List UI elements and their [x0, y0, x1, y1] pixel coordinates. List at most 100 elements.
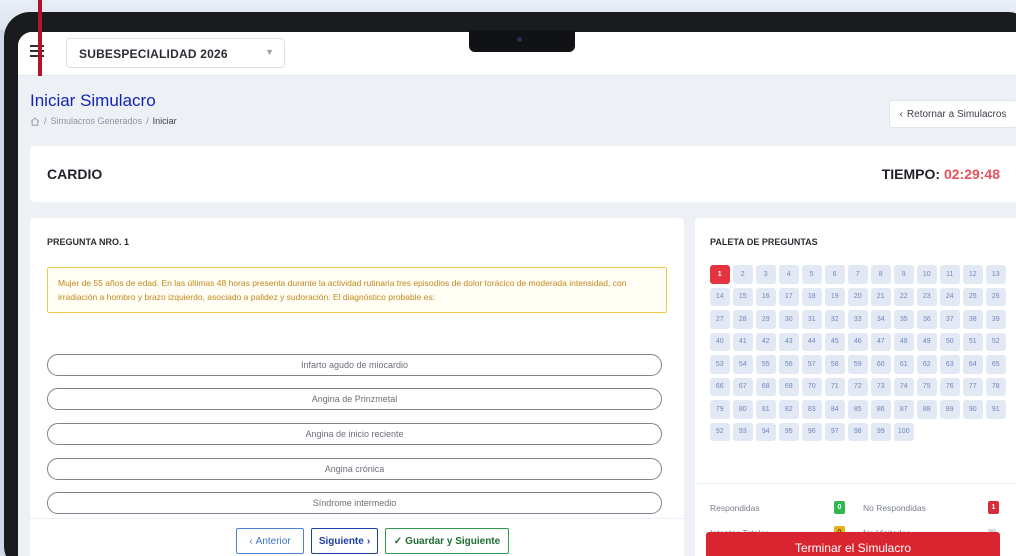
palette-cell[interactable]: 30	[779, 310, 799, 329]
palette-cell[interactable]: 63	[940, 355, 960, 374]
palette-cell[interactable]: 36	[917, 310, 937, 329]
palette-cell[interactable]: 26	[986, 287, 1006, 306]
palette-cell[interactable]: 69	[779, 377, 799, 396]
palette-cell[interactable]: 97	[825, 422, 845, 441]
palette-cell[interactable]: 78	[986, 377, 1006, 396]
palette-cell[interactable]: 37	[940, 310, 960, 329]
palette-cell[interactable]: 72	[848, 377, 868, 396]
palette-cell[interactable]: 61	[894, 355, 914, 374]
answer-option[interactable]: Angina crónica	[47, 458, 662, 480]
palette-cell[interactable]: 29	[756, 310, 776, 329]
palette-cell[interactable]: 57	[802, 355, 822, 374]
palette-cell[interactable]: 8	[871, 265, 891, 284]
palette-cell[interactable]: 28	[733, 310, 753, 329]
palette-cell[interactable]: 66	[710, 377, 730, 396]
palette-cell[interactable]: 43	[779, 332, 799, 351]
palette-cell[interactable]: 71	[825, 377, 845, 396]
palette-cell[interactable]: 75	[917, 377, 937, 396]
breadcrumb-simulacros[interactable]: Simulacros Generados	[51, 116, 143, 126]
palette-cell[interactable]: 13	[986, 265, 1006, 284]
palette-cell[interactable]: 100	[894, 422, 914, 441]
palette-cell[interactable]: 60	[871, 355, 891, 374]
palette-cell[interactable]: 6	[825, 265, 845, 284]
palette-cell[interactable]: 40	[710, 332, 730, 351]
palette-cell[interactable]: 96	[802, 422, 822, 441]
palette-cell[interactable]: 4	[779, 265, 799, 284]
palette-cell[interactable]: 84	[825, 400, 845, 419]
palette-cell[interactable]: 44	[802, 332, 822, 351]
previous-button[interactable]: ‹ Anterior	[236, 528, 304, 554]
palette-cell[interactable]: 49	[917, 332, 937, 351]
palette-cell[interactable]: 53	[710, 355, 730, 374]
palette-cell[interactable]: 14	[710, 287, 730, 306]
palette-cell[interactable]: 17	[779, 287, 799, 306]
palette-cell[interactable]: 50	[940, 332, 960, 351]
palette-cell[interactable]: 77	[963, 377, 983, 396]
home-icon[interactable]	[30, 116, 40, 126]
palette-cell[interactable]: 83	[802, 400, 822, 419]
answer-option[interactable]: Síndrome intermedio	[47, 492, 662, 514]
program-select[interactable]: SUBESPECIALIDAD 2026 ▼	[66, 38, 285, 68]
palette-cell[interactable]: 10	[917, 265, 937, 284]
palette-cell[interactable]: 64	[963, 355, 983, 374]
palette-cell[interactable]: 16	[756, 287, 776, 306]
palette-cell[interactable]: 56	[779, 355, 799, 374]
palette-cell[interactable]: 38	[963, 310, 983, 329]
palette-cell[interactable]: 31	[802, 310, 822, 329]
save-and-next-button[interactable]: ✓ Guardar y Siguiente	[385, 528, 509, 554]
palette-cell[interactable]: 23	[917, 287, 937, 306]
palette-cell[interactable]: 67	[733, 377, 753, 396]
palette-cell[interactable]: 85	[848, 400, 868, 419]
palette-cell[interactable]: 82	[779, 400, 799, 419]
palette-cell[interactable]: 80	[733, 400, 753, 419]
palette-cell[interactable]: 22	[894, 287, 914, 306]
palette-cell[interactable]: 5	[802, 265, 822, 284]
palette-cell[interactable]: 45	[825, 332, 845, 351]
palette-cell[interactable]: 24	[940, 287, 960, 306]
palette-cell[interactable]: 47	[871, 332, 891, 351]
palette-cell[interactable]: 87	[894, 400, 914, 419]
palette-cell[interactable]: 35	[894, 310, 914, 329]
palette-cell[interactable]: 70	[802, 377, 822, 396]
answer-option[interactable]: Angina de Prinzmetal	[47, 388, 662, 410]
palette-cell[interactable]: 52	[986, 332, 1006, 351]
palette-cell[interactable]: 39	[986, 310, 1006, 329]
palette-cell[interactable]: 46	[848, 332, 868, 351]
palette-cell[interactable]: 92	[710, 422, 730, 441]
palette-cell[interactable]: 73	[871, 377, 891, 396]
palette-cell[interactable]: 74	[894, 377, 914, 396]
palette-cell[interactable]: 90	[963, 400, 983, 419]
palette-cell[interactable]: 48	[894, 332, 914, 351]
palette-cell[interactable]: 42	[756, 332, 776, 351]
palette-cell[interactable]: 94	[756, 422, 776, 441]
palette-cell-current[interactable]: 1	[710, 265, 730, 284]
palette-cell[interactable]: 99	[871, 422, 891, 441]
palette-cell[interactable]: 95	[779, 422, 799, 441]
palette-cell[interactable]: 88	[917, 400, 937, 419]
palette-cell[interactable]: 11	[940, 265, 960, 284]
palette-cell[interactable]: 98	[848, 422, 868, 441]
palette-cell[interactable]: 41	[733, 332, 753, 351]
palette-cell[interactable]: 34	[871, 310, 891, 329]
answer-option[interactable]: Infarto agudo de miocardio	[47, 354, 662, 376]
palette-cell[interactable]: 91	[986, 400, 1006, 419]
palette-cell[interactable]: 33	[848, 310, 868, 329]
palette-cell[interactable]: 76	[940, 377, 960, 396]
next-button[interactable]: Siguiente ›	[311, 528, 378, 554]
palette-cell[interactable]: 9	[894, 265, 914, 284]
palette-cell[interactable]: 32	[825, 310, 845, 329]
palette-cell[interactable]: 62	[917, 355, 937, 374]
palette-cell[interactable]: 20	[848, 287, 868, 306]
palette-cell[interactable]: 3	[756, 265, 776, 284]
return-button[interactable]: ‹ Retornar a Simulacros	[889, 100, 1016, 128]
palette-cell[interactable]: 12	[963, 265, 983, 284]
palette-cell[interactable]: 25	[963, 287, 983, 306]
palette-cell[interactable]: 2	[733, 265, 753, 284]
palette-cell[interactable]: 55	[756, 355, 776, 374]
palette-cell[interactable]: 89	[940, 400, 960, 419]
answer-option[interactable]: Angina de inicio reciente	[47, 423, 662, 445]
palette-cell[interactable]: 7	[848, 265, 868, 284]
palette-cell[interactable]: 51	[963, 332, 983, 351]
palette-cell[interactable]: 21	[871, 287, 891, 306]
palette-cell[interactable]: 79	[710, 400, 730, 419]
